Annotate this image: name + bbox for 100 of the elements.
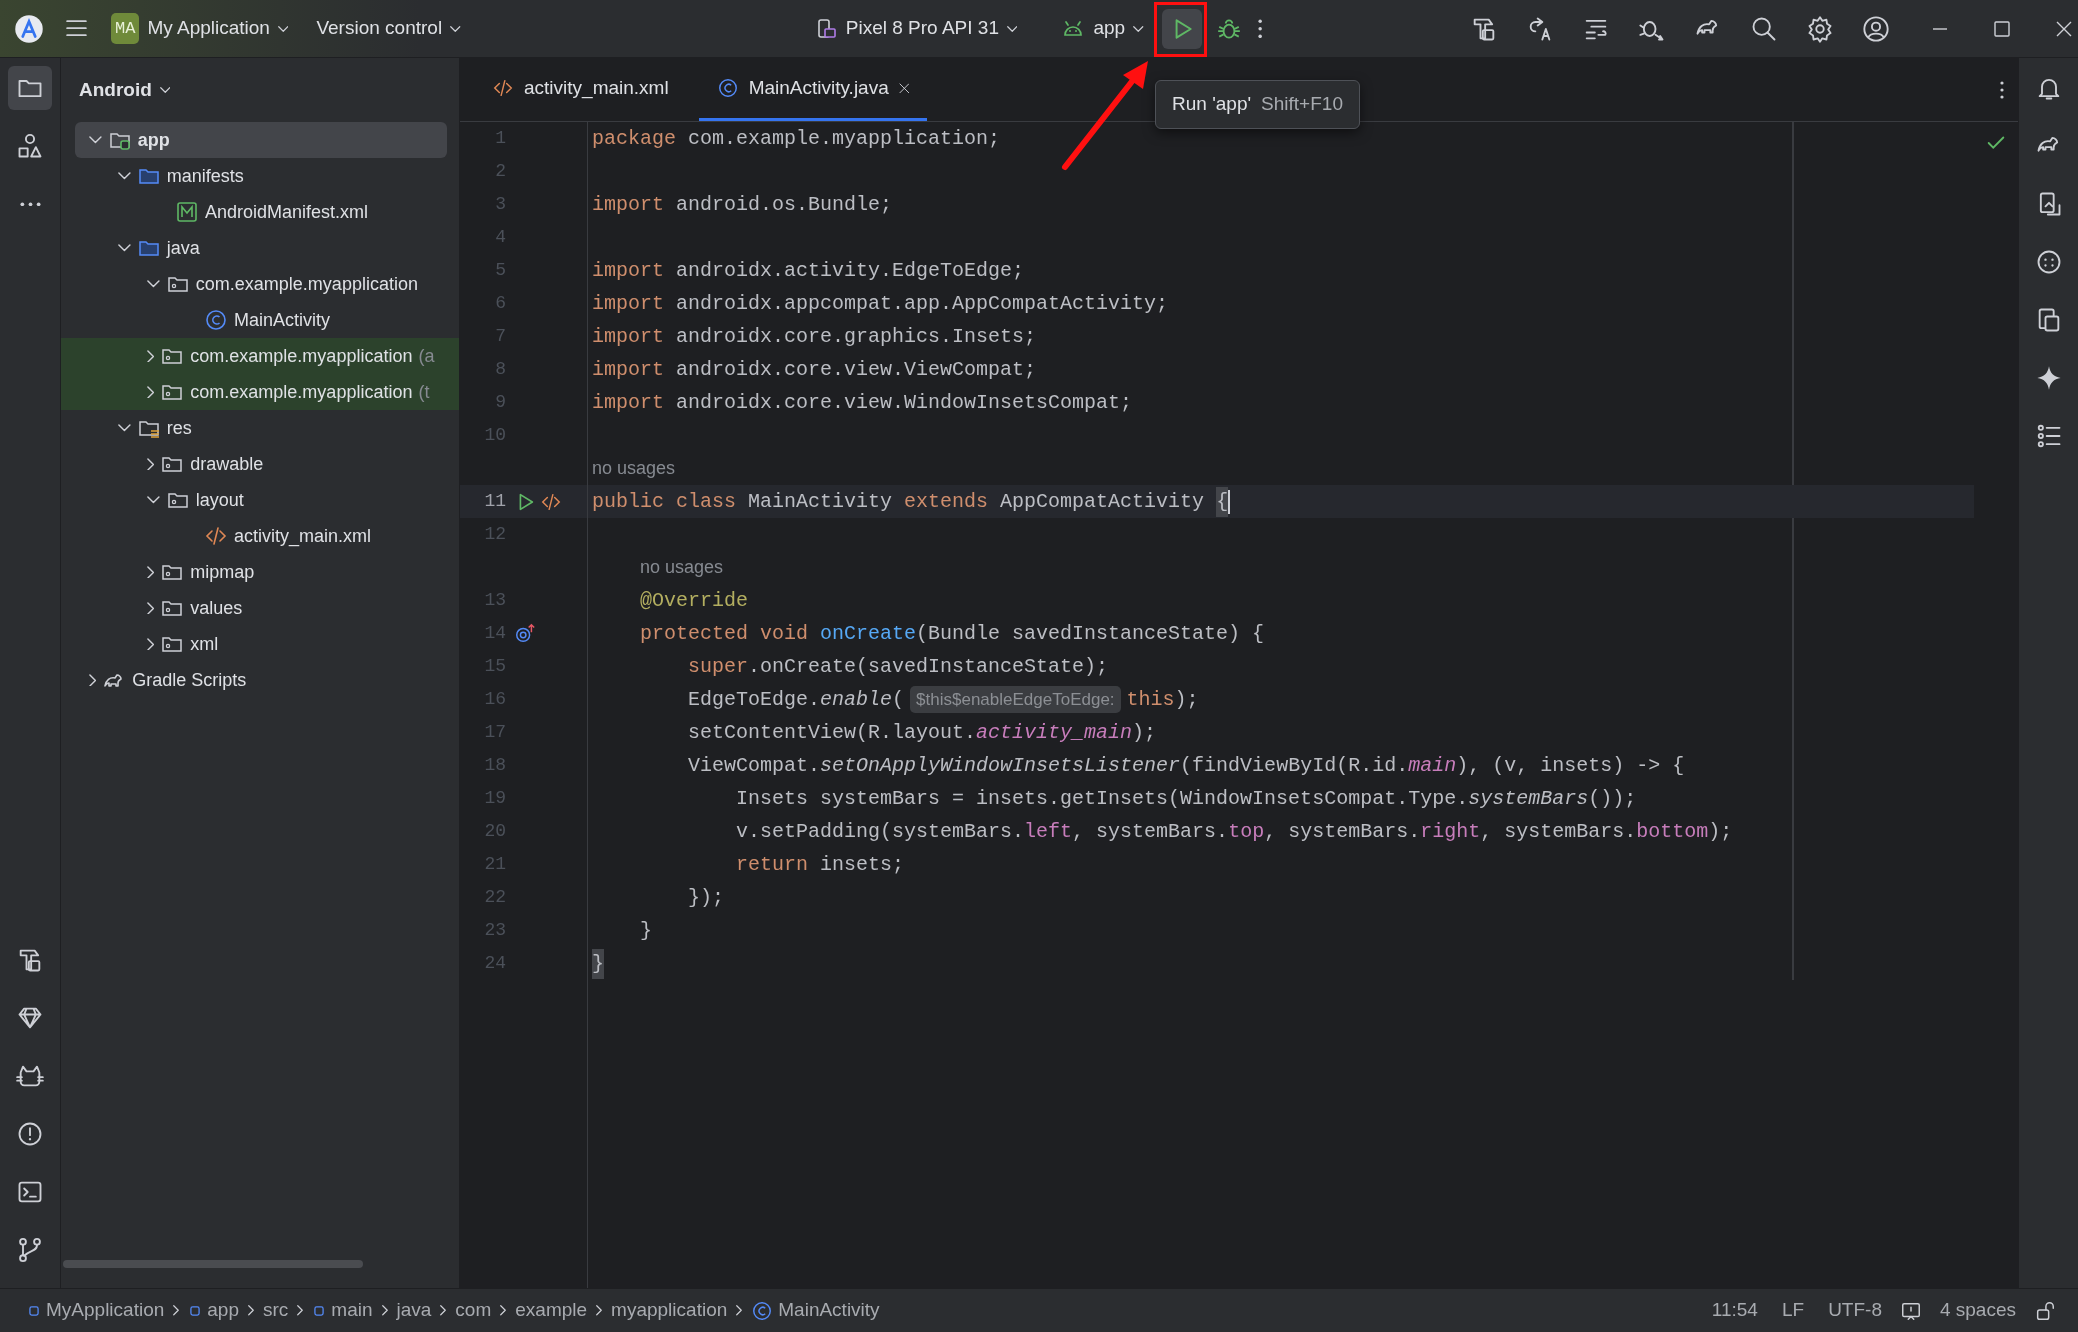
breadcrumb[interactable]: java — [393, 1296, 435, 1325]
app-logo-icon — [14, 13, 44, 44]
caret-position[interactable]: 11:54 — [1699, 1296, 1770, 1325]
breadcrumb[interactable]: MainActivity — [748, 1296, 883, 1325]
more-tools-icon — [19, 201, 41, 207]
project-selector[interactable]: MA My Application — [101, 6, 299, 51]
chevron-right-icon — [173, 1305, 180, 1316]
line-number: 11 — [483, 490, 506, 513]
chevron-down-icon[interactable] — [89, 136, 102, 144]
chevron-right-icon[interactable] — [147, 385, 155, 399]
chevron-down-icon[interactable] — [147, 280, 160, 288]
code-text: } — [640, 917, 653, 944]
tree-item[interactable]: Gradle Scripts — [61, 662, 459, 698]
breadcrumb[interactable]: main — [309, 1296, 376, 1325]
code-text: import androidx.core.view.ViewCompat; — [592, 356, 1037, 383]
tree-item[interactable]: drawable — [61, 446, 459, 482]
chevron-down-icon[interactable] — [118, 172, 131, 180]
breadcrumb[interactable]: MyApplication — [24, 1296, 168, 1325]
chevron-down-icon — [450, 25, 461, 32]
usage-hint[interactable]: no usages — [640, 554, 724, 581]
code-text: public class MainActivity extends AppCompatActivity — [592, 488, 1206, 515]
tree-item[interactable]: res — [61, 410, 459, 446]
class-icon — [716, 77, 739, 99]
tree-item[interactable]: layout — [61, 482, 459, 518]
tree-item[interactable]: app — [75, 122, 447, 158]
lock-icon — [2034, 1299, 2056, 1322]
tree-item[interactable]: com.example.myapplication — [61, 266, 459, 302]
breadcrumb[interactable]: src — [260, 1296, 292, 1325]
tree-item[interactable]: values — [61, 590, 459, 626]
module-icon — [27, 1303, 41, 1318]
usage-hint[interactable]: no usages — [592, 455, 676, 482]
editor-tab[interactable]: activity_main.xml — [474, 58, 687, 121]
tree-item[interactable]: xml — [61, 626, 459, 662]
code-text: package com.example.myapplication; — [592, 125, 1001, 152]
account-icon — [1862, 14, 1890, 43]
tree-item[interactable]: MainActivity — [61, 302, 459, 338]
xml-icon — [204, 524, 228, 548]
chevron-right-icon — [500, 1305, 507, 1316]
device-selector[interactable]: Pixel 8 Pro API 31 — [803, 8, 1028, 49]
chevron-right-icon[interactable] — [147, 601, 155, 615]
breadcrumb[interactable]: app — [185, 1296, 242, 1325]
settings-icon — [1806, 14, 1834, 43]
manifest-icon — [175, 200, 199, 224]
chevron-down-icon[interactable] — [147, 496, 160, 504]
chevron-down-icon[interactable] — [118, 424, 131, 432]
chevron-down-icon — [277, 25, 289, 32]
indent-setting[interactable]: 4 spaces — [1927, 1296, 2028, 1325]
code-text: this); — [1126, 686, 1199, 713]
menu-icon — [66, 20, 87, 37]
project-button[interactable] — [8, 66, 52, 110]
chevron-down-icon — [1133, 25, 1144, 32]
project-badge: MA — [111, 12, 140, 45]
chevron-right-icon[interactable] — [147, 565, 155, 579]
chevron-right-icon[interactable] — [147, 349, 155, 363]
chevron-right-icon — [596, 1305, 603, 1316]
code-text: import androidx.activity.EdgeToEdge; — [592, 257, 1025, 284]
highlight-frame — [1154, 2, 1207, 57]
tree-item[interactable]: activity_main.xml — [61, 518, 459, 554]
scrollbar[interactable] — [63, 1260, 363, 1268]
breadcrumb[interactable]: com — [452, 1296, 495, 1325]
close-icon[interactable] — [898, 82, 910, 94]
tree-item[interactable]: com.example.myapplication (a — [61, 338, 459, 374]
code-text: protected void onCreate(Bundle savedInstanceState) { — [640, 620, 1265, 647]
run-config-selector[interactable]: app — [1051, 8, 1154, 49]
view-selector[interactable]: Android — [79, 75, 171, 105]
editor-tab[interactable]: MainActivity.java — [698, 58, 928, 121]
chevron-down-icon[interactable] — [118, 244, 131, 252]
resource-icon — [16, 132, 44, 160]
code-text: import androidx.core.graphics.Insets; — [592, 323, 1037, 350]
run-button[interactable] — [1161, 8, 1202, 49]
breadcrumb[interactable]: myapplication — [608, 1296, 731, 1325]
chevron-right-icon — [248, 1305, 254, 1316]
chevron-right-icon[interactable] — [147, 637, 155, 651]
text-cursor — [1228, 489, 1231, 514]
breadcrumb[interactable]: example — [512, 1296, 591, 1325]
code-text: import androidx.appcompat.app.AppCompatActivity; — [592, 290, 1169, 317]
chevron-down-icon — [1006, 25, 1018, 32]
vcs-menu[interactable]: Version control — [306, 8, 471, 49]
line-separator[interactable]: LF — [1769, 1296, 1817, 1325]
tree-item[interactable]: java — [61, 230, 459, 266]
more-icon — [1257, 18, 1262, 39]
code-text: v.setPadding(systemBars.left, systemBars.top, systemBars.right, systemBars.bottom); — [736, 818, 1733, 845]
chevron-right-icon — [736, 1305, 743, 1316]
chevron-right-icon — [381, 1305, 388, 1316]
code-text: ViewCompat.setOnApplyWindowInsetsListener(findViewById(R.id.main), (v, insets) -> { — [688, 752, 1685, 779]
chevron-right-icon[interactable] — [89, 673, 97, 687]
code-text: import android.os.Bundle; — [592, 191, 893, 218]
code-text: Insets systemBars = insets.getInsets(WindowInsetsCompat.Type.systemBars()); — [736, 785, 1637, 812]
module-icon — [188, 1303, 203, 1318]
tree-item[interactable]: mipmap — [61, 554, 459, 590]
tooltip: Run 'app' Shift+F10 — [1155, 80, 1360, 129]
tree-item[interactable]: AndroidManifest.xml — [61, 194, 459, 230]
minimize-icon — [1932, 27, 1948, 30]
file-encoding[interactable]: UTF-8 — [1816, 1296, 1894, 1325]
tree-item[interactable]: manifests — [61, 158, 459, 194]
chevron-right-icon[interactable] — [147, 457, 155, 471]
class-icon — [751, 1299, 774, 1322]
tree-item[interactable]: com.example.myapplication (t — [61, 374, 459, 410]
code-text: } — [592, 948, 604, 979]
override-icon[interactable] — [514, 622, 536, 645]
